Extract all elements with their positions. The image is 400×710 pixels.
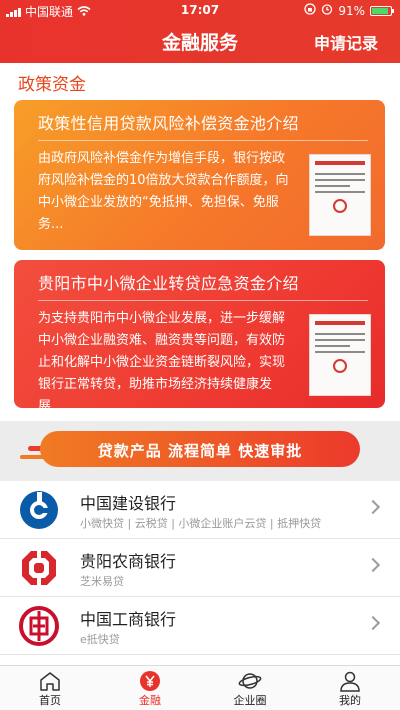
card-divider xyxy=(38,300,368,301)
apply-records-button[interactable]: 申请记录 xyxy=(314,30,378,54)
chevron-right-icon xyxy=(365,499,381,515)
tab-label: 企业圈 xyxy=(233,694,267,707)
planet-icon xyxy=(238,673,262,689)
bank-item-partial xyxy=(0,655,400,665)
finance-icon xyxy=(140,671,160,691)
chevron-right-icon xyxy=(365,557,381,573)
battery-percent: 91% xyxy=(338,3,365,18)
bank-products: e抵快贷 xyxy=(80,633,120,646)
bank-item-icbc[interactable]: 中国工商银行 e抵快贷 xyxy=(0,597,400,655)
bank-item-ccb[interactable]: 中国建设银行 小微快贷 | 云税贷 | 小微企业账户云贷 | 抵押快贷 xyxy=(0,481,400,539)
tab-label: 我的 xyxy=(339,694,361,707)
tab-enterprise-circle[interactable]: 企业圈 xyxy=(200,666,300,710)
section-title: 政策资金 xyxy=(18,75,86,95)
chevron-right-icon xyxy=(365,615,381,631)
tab-mine[interactable]: 我的 xyxy=(300,666,400,710)
lock-rotation-icon xyxy=(304,3,316,18)
status-bar: 中国联通 17:07 91% xyxy=(0,0,400,20)
policy-funds-section: 政策资金 政策性信用贷款风险补偿资金池介绍 由政府风险补偿金作为增信手段，银行按… xyxy=(0,63,400,421)
bank-products: 小微快贷 | 云税贷 | 小微企业账户云贷 | 抵押快贷 xyxy=(80,517,322,530)
icbc-logo-icon xyxy=(18,605,60,647)
banner-text: 贷款产品 流程简单 快速审批 xyxy=(97,442,303,460)
user-icon xyxy=(340,671,360,692)
card-description: 为支持贵阳市中小微企业发展，进一步缓解中小微企业融资难、融资贵等问题，有效防止和… xyxy=(38,311,286,408)
tab-label: 金融 xyxy=(139,694,161,707)
card-description: 由政府风险补偿金作为增信手段，银行按政府风险补偿金的10倍放大贷款合作额度，向中… xyxy=(38,151,289,232)
rural-bank-logo-icon xyxy=(18,547,60,589)
policy-card-emergency-fund[interactable]: 贵阳市中小微企业转贷应急资金介绍 为支持贵阳市中小微企业发展，进一步缓解中小微企… xyxy=(14,260,385,408)
tab-bar: 首页 金融 企业圈 我的 xyxy=(0,665,400,710)
card-title: 政策性信用贷款风险补偿资金池介绍 xyxy=(38,114,299,133)
bank-products: 芝米易贷 xyxy=(80,575,124,588)
card-divider xyxy=(38,140,368,141)
header: 中国联通 17:07 91% 金融服务 申请记录 xyxy=(0,0,400,63)
loan-products-banner: 贷款产品 流程简单 快速审批 xyxy=(0,421,400,481)
bank-name: 中国建设银行 xyxy=(80,494,177,513)
home-icon xyxy=(40,672,60,691)
tab-finance[interactable]: 金融 xyxy=(100,666,200,710)
bank-name: 贵阳农商银行 xyxy=(80,552,177,571)
document-icon xyxy=(309,154,371,236)
ccb-logo-icon xyxy=(18,489,60,531)
battery-icon xyxy=(370,5,394,16)
document-icon xyxy=(309,314,371,396)
tab-home[interactable]: 首页 xyxy=(0,666,100,710)
card-title: 贵阳市中小微企业转贷应急资金介绍 xyxy=(38,274,299,293)
policy-card-risk-compensation[interactable]: 政策性信用贷款风险补偿资金池介绍 由政府风险补偿金作为增信手段，银行按政府风险补… xyxy=(14,100,385,250)
alarm-icon xyxy=(321,3,333,18)
bank-item-guiyang-rural[interactable]: 贵阳农商银行 芝米易贷 xyxy=(0,539,400,597)
tab-label: 首页 xyxy=(39,694,61,707)
bank-name: 中国工商银行 xyxy=(80,610,177,629)
